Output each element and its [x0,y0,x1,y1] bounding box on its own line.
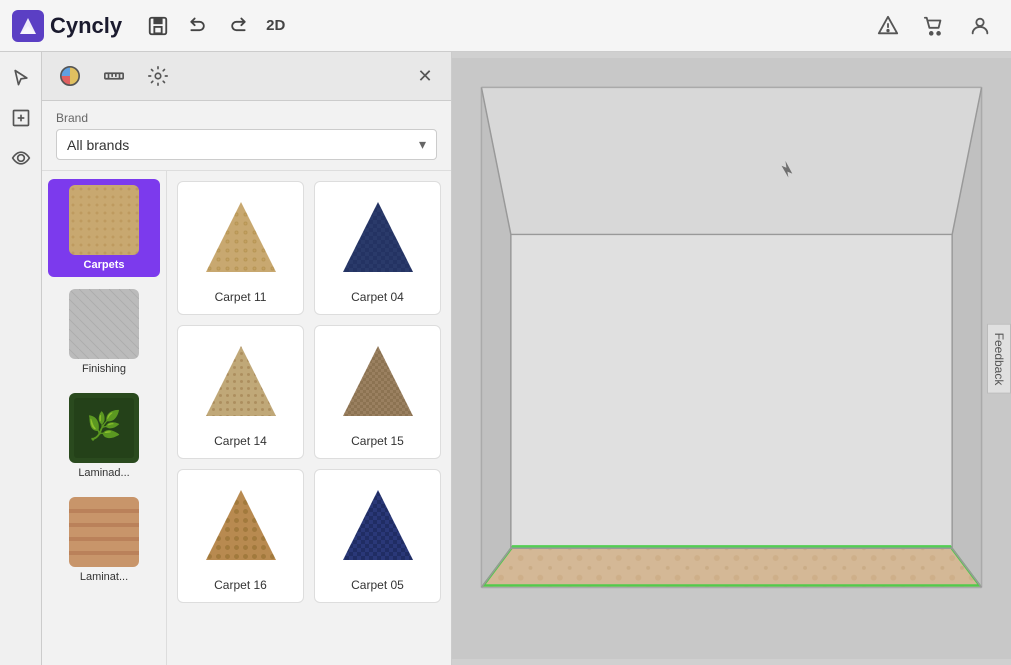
category-finishing[interactable]: Finishing [48,283,160,381]
finishing-label: Finishing [82,363,126,375]
select-tool-button[interactable] [3,60,39,96]
3d-room [452,52,1011,665]
laminat-thumb [69,497,139,567]
category-carpets[interactable]: Carpets [48,179,160,277]
carpet16-label: Carpet 16 [214,578,267,592]
laminad-label: Laminad... [78,467,129,479]
panel-header: ✕ [42,52,451,101]
add-room-button[interactable] [3,100,39,136]
carpet11-thumb [196,192,286,282]
category-laminat[interactable]: Laminat... [48,491,160,589]
viewport[interactable]: Feedback [452,52,1011,665]
toolbar: Cyncly 2D [0,0,1011,52]
product-carpet14[interactable]: Carpet 14 [177,325,304,459]
products-grid: Carpet 11 [167,171,451,665]
brand-dropdown-value: All brands [67,137,129,153]
panel-close-button[interactable]: ✕ [411,62,439,90]
panel-tab-measure[interactable] [98,60,130,92]
alert-button[interactable] [869,7,907,45]
brand-section: Brand All brands ▾ [42,101,451,171]
product-carpet15[interactable]: Carpet 15 [314,325,441,459]
product-carpet04[interactable]: Carpet 04 [314,181,441,315]
toolbar-right [869,7,999,45]
logo-icon [12,10,44,42]
redo-button[interactable] [220,8,256,44]
carpet15-thumb [333,336,423,426]
undo-button[interactable] [180,8,216,44]
laminat-label: Laminat... [80,571,128,583]
category-laminad[interactable]: 🌿 Laminad... [48,387,160,485]
panel: ✕ Brand All brands ▾ [42,52,452,665]
carpet14-thumb [196,336,286,426]
logo: Cyncly [12,10,122,42]
carpet05-label: Carpet 05 [351,578,404,592]
view-tool-button[interactable] [3,140,39,176]
product-carpet16[interactable]: Carpet 16 [177,469,304,603]
product-carpet11[interactable]: Carpet 11 [177,181,304,315]
panel-tab-materials[interactable] [54,60,86,92]
carpet14-label: Carpet 14 [214,434,267,448]
view-2d-button[interactable]: 2D [258,13,293,38]
carpet11-label: Carpet 11 [215,290,267,304]
carpet15-label: Carpet 15 [351,434,404,448]
brand-label: Brand [56,111,437,125]
save-button[interactable] [140,8,176,44]
cart-button[interactable] [915,7,953,45]
panel-content: Carpets [42,171,451,665]
carpet05-thumb [333,480,423,570]
finishing-thumb [69,289,139,359]
carpets-label: Carpets [84,259,125,271]
laminad-thumb: 🌿 [69,393,139,463]
panel-tab-settings[interactable] [142,60,174,92]
carpet16-thumb [196,480,286,570]
feedback-tab[interactable]: Feedback [987,323,1011,394]
brand-dropdown-arrow-icon: ▾ [419,136,426,153]
main-area: ✕ Brand All brands ▾ [0,52,1011,665]
brand-dropdown[interactable]: All brands ▾ [56,129,437,160]
category-sidebar: Carpets [42,171,167,665]
carpet04-label: Carpet 04 [351,290,404,304]
product-carpet05[interactable]: Carpet 05 [314,469,441,603]
svg-text:🌿: 🌿 [87,409,122,442]
user-button[interactable] [961,7,999,45]
carpets-thumb [69,185,139,255]
logo-text: Cyncly [50,13,122,39]
carpet04-thumb [333,192,423,282]
left-sidebar [0,52,42,665]
